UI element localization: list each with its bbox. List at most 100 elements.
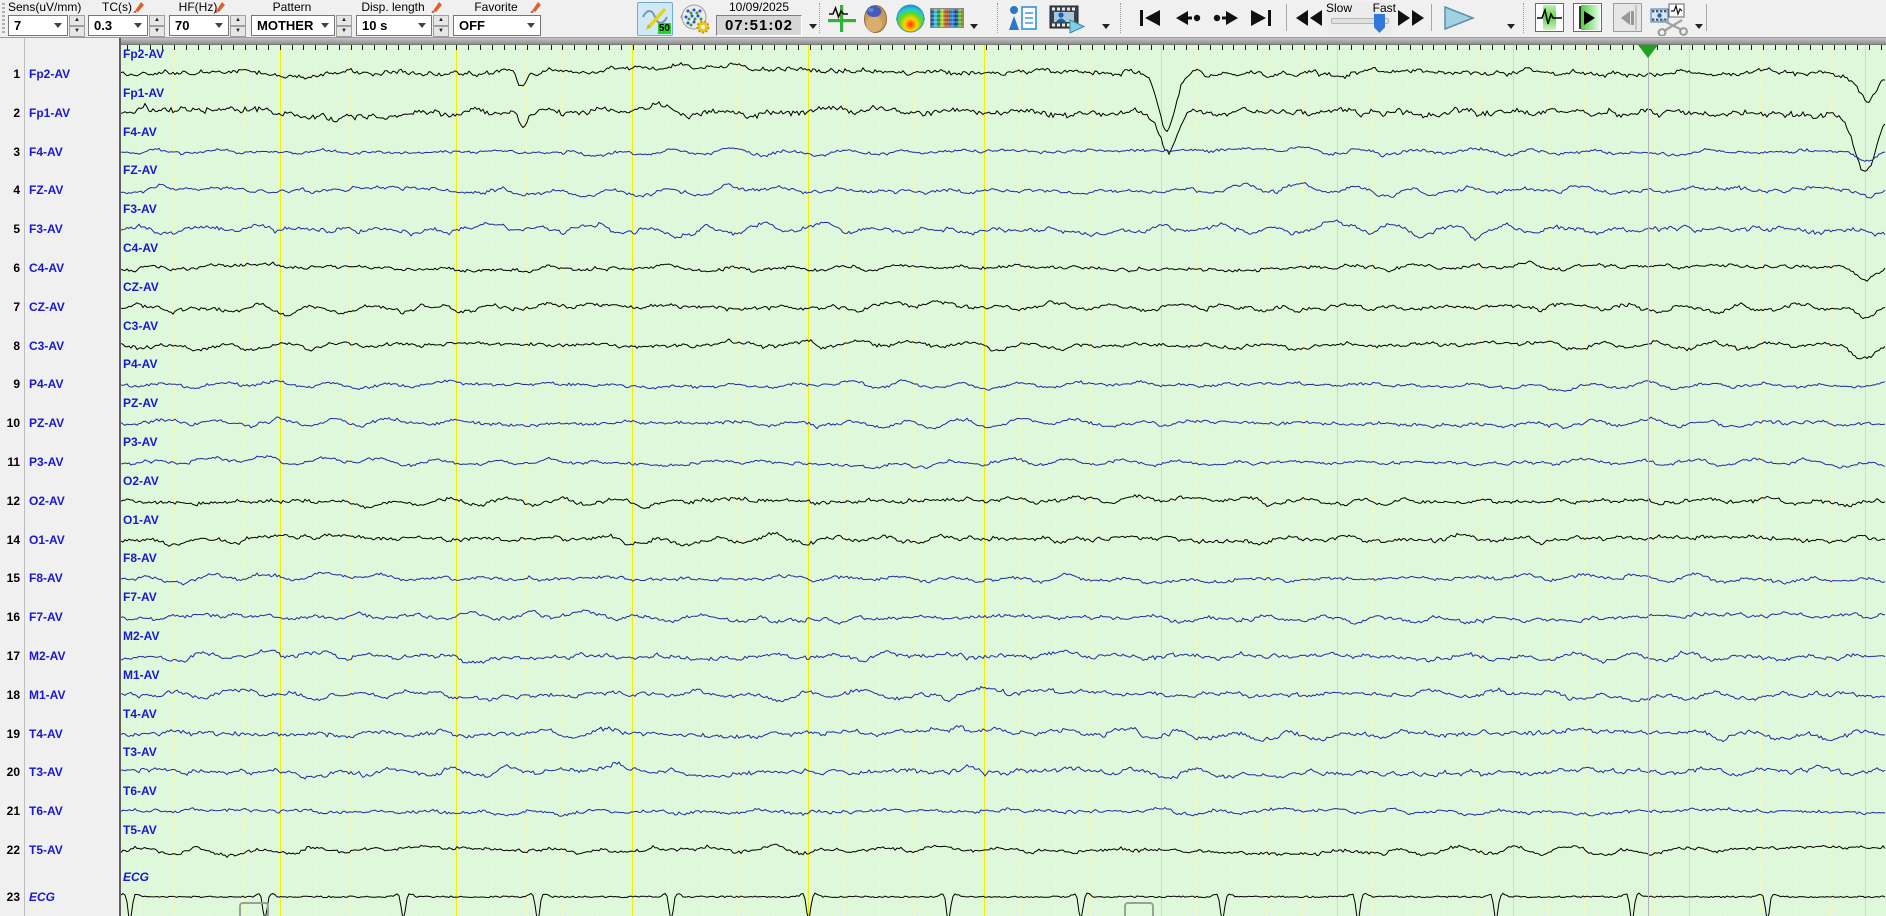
arrow-left-dot-icon xyxy=(1176,11,1201,25)
topo-map-button[interactable] xyxy=(894,2,927,34)
hf-spin-down[interactable]: ▼ xyxy=(230,26,246,37)
pencil-icon[interactable] xyxy=(430,1,443,13)
disp-length-spin-down[interactable]: ▼ xyxy=(433,26,449,37)
head-3d-button[interactable] xyxy=(859,2,891,34)
play-dropdown-arrow[interactable] xyxy=(1506,24,1515,30)
disp-length-label: Disp. length xyxy=(361,0,425,14)
channel-number: 4 xyxy=(13,183,20,198)
pencil-icon[interactable] xyxy=(213,1,226,13)
sens-combo[interactable]: 7 xyxy=(8,15,68,36)
sens-spin-down[interactable]: ▼ xyxy=(69,26,85,37)
channel-row-Fp1-AV[interactable]: 2 Fp1-AV xyxy=(0,105,119,121)
tc-spin-down[interactable]: ▼ xyxy=(149,26,165,37)
channel-row-CZ-AV[interactable]: 7 CZ-AV xyxy=(0,299,119,315)
hf-group: HF(Hz) 70 xyxy=(169,0,229,36)
notch-frequency-badge: 50 xyxy=(657,23,671,34)
channel-row-F3-AV[interactable]: 5 F3-AV xyxy=(0,221,119,237)
channel-row-Fp2-AV[interactable]: 1 Fp2-AV xyxy=(0,66,119,82)
channel-row-FZ-AV[interactable]: 4 FZ-AV xyxy=(0,182,119,198)
video-icon xyxy=(1049,5,1086,34)
tc-combo[interactable]: 0.3 xyxy=(88,15,148,36)
channel-row-T3-AV[interactable]: 20 T3-AV xyxy=(0,764,119,780)
time-cursor-line xyxy=(1648,45,1649,916)
prev-page-button[interactable] xyxy=(1172,2,1204,34)
channel-row-P4-AV[interactable]: 9 P4-AV xyxy=(0,376,119,392)
trace-label-T6-AV: T6-AV xyxy=(123,784,157,799)
notch-filter-button[interactable]: 50 xyxy=(637,2,673,36)
channel-row-C3-AV[interactable]: 8 C3-AV xyxy=(0,338,119,354)
trace-label-PZ-AV: PZ-AV xyxy=(123,396,159,411)
step-back-button-disabled[interactable] xyxy=(1613,3,1642,32)
tc-spin-up[interactable]: ▲ xyxy=(149,15,165,26)
play-cursor-icon xyxy=(1579,5,1600,30)
channel-label: F3-AV xyxy=(29,222,63,237)
toolbar-grip[interactable] xyxy=(2,3,5,33)
fast-forward-button[interactable] xyxy=(1396,2,1426,34)
play-button[interactable] xyxy=(1441,2,1477,34)
next-page-button[interactable] xyxy=(1210,2,1242,34)
pattern-combo[interactable]: MOTHER xyxy=(251,15,335,36)
channel-row-ECG[interactable]: 23 ECG xyxy=(0,889,119,905)
channel-row-T5-AV[interactable]: 22 T5-AV xyxy=(0,842,119,858)
trace-label-M1-AV: M1-AV xyxy=(123,667,160,682)
pattern-spin-up[interactable]: ▲ xyxy=(336,15,352,26)
patient-info-button[interactable] xyxy=(1006,2,1039,34)
channel-row-M2-AV[interactable]: 17 M2-AV xyxy=(0,648,119,664)
favorite-combo[interactable]: OFF xyxy=(453,15,541,36)
hf-spin-up[interactable]: ▲ xyxy=(230,15,246,26)
video-dropdown-arrow[interactable] xyxy=(1101,24,1110,30)
hf-combo[interactable]: 70 xyxy=(169,15,229,36)
disp-length-combo[interactable]: 10 s xyxy=(356,15,432,36)
rewind-button[interactable] xyxy=(1294,2,1324,34)
channel-row-O2-AV[interactable]: 12 O2-AV xyxy=(0,493,119,509)
play-from-cursor-button[interactable] xyxy=(1573,3,1602,32)
channel-label: ECG xyxy=(29,889,56,904)
channel-row-T6-AV[interactable]: 21 T6-AV xyxy=(0,803,119,819)
clip-video-button[interactable] xyxy=(1650,2,1692,36)
channel-label: Fp1-AV xyxy=(29,105,71,120)
montage-setup-button[interactable] xyxy=(676,2,712,34)
time-marker[interactable] xyxy=(1638,45,1658,58)
clip-dropdown-arrow[interactable] xyxy=(1694,24,1703,30)
speed-slider[interactable]: Slow Fast xyxy=(1326,1,1396,35)
spectrogram-dropdown-arrow[interactable] xyxy=(969,24,978,30)
channel-number: 2 xyxy=(13,105,20,120)
eeg-segment-button[interactable] xyxy=(1535,3,1564,32)
channel-row-M1-AV[interactable]: 18 M1-AV xyxy=(0,687,119,703)
channel-row-C4-AV[interactable]: 6 C4-AV xyxy=(0,260,119,276)
channel-number: 20 xyxy=(6,765,20,780)
channel-row-F7-AV[interactable]: 16 F7-AV xyxy=(0,609,119,625)
trace-label-F8-AV: F8-AV xyxy=(123,551,157,566)
datetime-dropdown-arrow[interactable] xyxy=(808,24,817,30)
channel-label: T6-AV xyxy=(29,804,63,819)
slider-thumb[interactable] xyxy=(1374,14,1385,33)
pattern-spin-down[interactable]: ▼ xyxy=(336,26,352,37)
pencil-icon[interactable] xyxy=(529,1,542,13)
sens-spin-up[interactable]: ▲ xyxy=(69,15,85,26)
pencil-icon[interactable] xyxy=(132,1,145,13)
favorite-group: Favorite OFF xyxy=(453,0,542,36)
event-annotation-box[interactable] xyxy=(239,902,269,916)
channel-row-P3-AV[interactable]: 11 P3-AV xyxy=(0,454,119,470)
channel-label: T4-AV xyxy=(29,726,63,741)
go-last-button[interactable] xyxy=(1247,2,1275,34)
go-first-button[interactable] xyxy=(1136,2,1164,34)
sidebar-divider xyxy=(24,38,25,916)
disp-length-spin-up[interactable]: ▲ xyxy=(433,15,449,26)
channel-row-T4-AV[interactable]: 19 T4-AV xyxy=(0,726,119,742)
channel-row-O1-AV[interactable]: 14 O1-AV xyxy=(0,532,119,548)
channel-label: F8-AV xyxy=(29,571,63,586)
video-button[interactable] xyxy=(1047,2,1087,34)
event-marker-button[interactable] xyxy=(827,2,857,34)
tc-group: TC(s) 0.3 xyxy=(88,0,148,36)
channel-row-F8-AV[interactable]: 15 F8-AV xyxy=(0,570,119,586)
separator xyxy=(1286,4,1287,31)
pattern-spinner: ▲ ▼ xyxy=(336,15,352,37)
spectrogram-icon xyxy=(930,8,964,28)
spectrogram-button[interactable] xyxy=(930,2,964,34)
event-annotation-box[interactable] xyxy=(1124,902,1154,916)
channel-row-F4-AV[interactable]: 3 F4-AV xyxy=(0,144,119,160)
channel-label: FZ-AV xyxy=(29,183,64,198)
channel-row-PZ-AV[interactable]: 10 PZ-AV xyxy=(0,415,119,431)
channel-number: 15 xyxy=(6,571,20,586)
